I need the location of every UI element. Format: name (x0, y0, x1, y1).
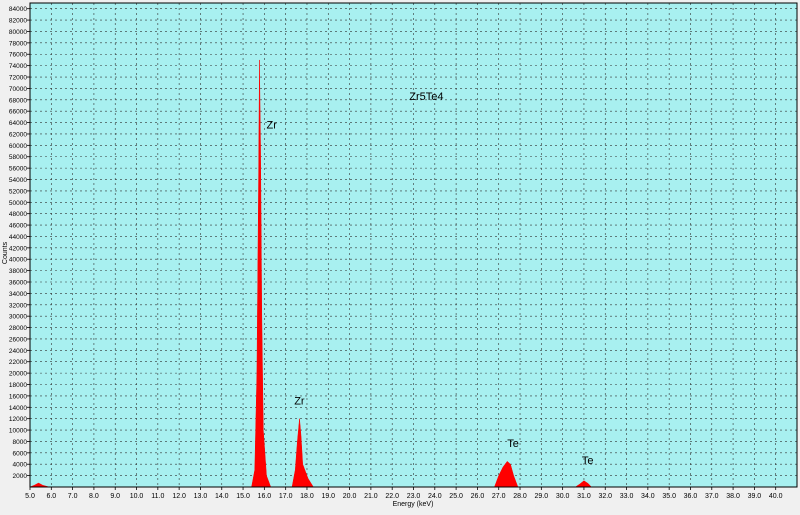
x-tick-label: 7.0 (68, 493, 78, 500)
x-tick-label: 19.0 (321, 493, 335, 500)
x-tick-label: 20.0 (343, 493, 357, 500)
x-tick-label: 5.0 (25, 493, 35, 500)
y-tick-label: 52000 (9, 188, 27, 195)
y-tick-label: 64000 (9, 120, 27, 127)
y-tick-label: 38000 (9, 268, 27, 275)
x-tick-label: 6.0 (46, 493, 56, 500)
x-tick-label: 23.0 (407, 493, 421, 500)
x-tick-label: 11.0 (151, 493, 164, 500)
eds-spectrum-chart: 5.0 6.0 7.0 8.0 9.0 10.0 11.0 12.0 13.0 14.0 15.0 1… (0, 0, 800, 510)
x-tick-label: 28.0 (513, 493, 527, 500)
y-tick-label: 34000 (9, 291, 27, 298)
y-tick-label: 80000 (9, 29, 27, 36)
x-tick-label: 40.0 (769, 493, 783, 500)
x-tick-label: 30.0 (556, 493, 570, 500)
x-tick-label: 18.0 (300, 493, 314, 500)
y-tick-label: 42000 (9, 245, 27, 252)
x-tick-label: 15.0 (236, 493, 250, 500)
y-tick-label: 28000 (9, 325, 27, 332)
x-tick-label: 8.0 (89, 493, 99, 500)
y-tick-label: 8000 (13, 439, 28, 446)
y-tick-label: 46000 (9, 223, 27, 230)
peak-label-zr: Zr (294, 395, 305, 407)
y-tick-label: 2000 (13, 473, 28, 480)
y-tick-label: 44000 (9, 234, 27, 241)
y-tick-label: 32000 (9, 302, 27, 309)
y-tick-label: 36000 (9, 280, 27, 287)
y-axis-label: Counts (2, 241, 9, 264)
x-tick-label: 32.0 (598, 493, 612, 500)
y-tick-label: 56000 (9, 166, 27, 173)
y-tick-label: 16000 (9, 393, 27, 400)
y-tick-label: 40000 (9, 257, 27, 264)
x-tick-label: 17.0 (279, 493, 293, 500)
x-axis-label: Energy (keV) (393, 501, 434, 508)
chart-svg: 5.0 6.0 7.0 8.0 9.0 10.0 11.0 12.0 13.0 14.0 15.0 1… (2, 2, 798, 508)
y-tick-label: 24000 (9, 348, 27, 355)
x-tick-label: 21.0 (364, 493, 378, 500)
x-tick-label: 9.0 (110, 493, 120, 500)
x-tick-label: 22.0 (385, 493, 399, 500)
y-tick-label: 4000 (13, 462, 28, 469)
x-tick-label: 24.0 (428, 493, 442, 500)
peak-label-te: Te (582, 455, 594, 467)
y-tick-label: 68000 (9, 97, 27, 104)
x-tick-label: 39.0 (748, 493, 762, 500)
y-tick-label: 74000 (9, 63, 27, 70)
x-tick-label: 12.0 (172, 493, 186, 500)
y-tick-label: 76000 (9, 52, 27, 59)
y-tick-label: 48000 (9, 211, 27, 218)
x-tick-label: 10.0 (130, 493, 144, 500)
x-tick-label: 27.0 (492, 493, 506, 500)
y-tick-label: 30000 (9, 314, 27, 321)
x-tick-label: 34.0 (641, 493, 655, 500)
x-tick-label: 13.0 (194, 493, 208, 500)
y-tick-label: 20000 (9, 371, 27, 378)
y-tick-label: 84000 (9, 6, 27, 13)
y-tick-label: 62000 (9, 131, 27, 138)
y-tick-label: 10000 (9, 428, 27, 435)
y-tick-label: 54000 (9, 177, 27, 184)
y-tick-label: 12000 (9, 416, 27, 423)
y-tick-label: 60000 (9, 143, 27, 150)
y-tick-label: 70000 (9, 86, 27, 93)
x-tick-label: 31.0 (577, 493, 591, 500)
y-tick-label: 18000 (9, 382, 27, 389)
x-tick-label: 33.0 (620, 493, 634, 500)
peak-label-zr: Zr (266, 119, 277, 131)
x-tick-label: 26.0 (471, 493, 485, 500)
y-tick-label: 58000 (9, 154, 27, 161)
x-tick-label: 29.0 (535, 493, 549, 500)
x-tick-label: 16.0 (258, 493, 272, 500)
y-tick-label: 22000 (9, 359, 27, 366)
x-tick-label: 36.0 (684, 493, 698, 500)
y-tick-label: 6000 (13, 450, 28, 457)
x-tick-label: 35.0 (662, 493, 676, 500)
x-tick-label: 37.0 (705, 493, 719, 500)
y-tick-label: 82000 (9, 18, 27, 25)
y-tick-label: 26000 (9, 336, 27, 343)
y-tick-label: 66000 (9, 109, 27, 116)
sample-title-label: Zr5Te4 (409, 91, 443, 103)
x-tick-label: 38.0 (726, 493, 740, 500)
y-tick-label: 78000 (9, 40, 27, 47)
peak-label-te: Te (507, 438, 519, 450)
y-tick-label: 72000 (9, 75, 27, 82)
y-tick-label: 50000 (9, 200, 27, 207)
y-tick-label: 14000 (9, 405, 27, 412)
x-tick-label: 14.0 (215, 493, 229, 500)
x-tick-label: 25.0 (449, 493, 463, 500)
